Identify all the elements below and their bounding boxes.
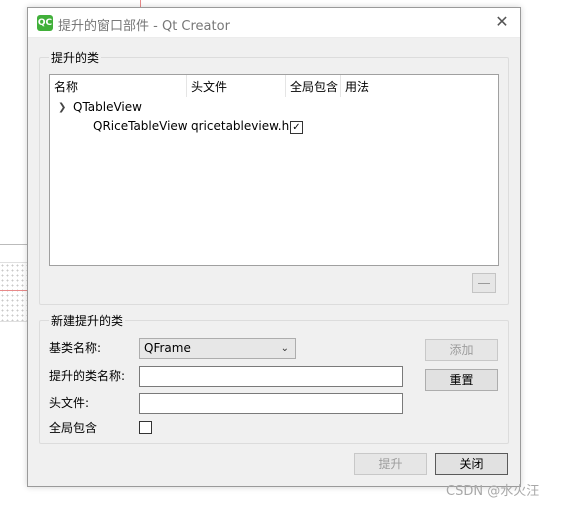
close-icon[interactable]: ✕ — [490, 11, 514, 33]
minus-icon — [478, 283, 490, 284]
remove-class-button[interactable] — [472, 273, 496, 293]
reset-button[interactable]: 重置 — [425, 369, 498, 391]
background-divider — [0, 244, 28, 245]
promoted-widgets-dialog: QC 提升的窗口部件 - Qt Creator ✕ 提升的类 名称 头文件 全局… — [27, 7, 521, 487]
promoted-class-header: qricetableview.h — [191, 119, 290, 133]
column-header-usage[interactable]: 用法 — [341, 75, 498, 97]
base-class-combo[interactable]: QFrame ⌄ — [139, 338, 296, 359]
tree-item-promoted-class[interactable]: QRiceTableView qricetableview.h ✓ — [50, 117, 498, 136]
promoted-classes-tree[interactable]: 名称 头文件 全局包含 用法 ❯ QTableView QRiceTableVi… — [49, 74, 499, 266]
qt-creator-icon: QC — [37, 15, 53, 31]
watermark: CSDN @水火汪 — [446, 484, 540, 499]
background-form-grid — [0, 262, 28, 322]
header-file-input[interactable] — [139, 393, 403, 414]
tree-item-base-class[interactable]: ❯ QTableView — [50, 98, 498, 117]
class-name-label: 提升的类名称: — [49, 369, 126, 383]
window-title: 提升的窗口部件 - Qt Creator — [58, 19, 230, 34]
tree-header: 名称 头文件 全局包含 用法 — [50, 75, 498, 97]
tree-item-label: QTableView — [73, 100, 142, 114]
background-guide-line — [0, 290, 28, 291]
header-file-label: 头文件: — [49, 396, 90, 410]
add-button[interactable]: 添加 — [425, 339, 498, 361]
new-promoted-class-group-title: 新建提升的类 — [49, 312, 126, 329]
promoted-class-name: QRiceTableView — [93, 119, 188, 133]
title-bar: QC 提升的窗口部件 - Qt Creator ✕ — [28, 8, 520, 38]
global-include-label: 全局包含 — [49, 421, 98, 435]
new-global-include-checkbox[interactable] — [139, 421, 152, 434]
global-include-checkbox[interactable]: ✓ — [290, 121, 303, 134]
close-button[interactable]: 关闭 — [435, 453, 508, 475]
base-class-value: QFrame — [144, 341, 191, 355]
column-header-name[interactable]: 名称 — [50, 75, 187, 97]
base-class-label: 基类名称: — [49, 341, 102, 355]
chevron-down-icon[interactable]: ❯ — [58, 98, 66, 117]
column-header-header-file[interactable]: 头文件 — [187, 75, 286, 97]
chevron-down-icon: ⌄ — [280, 343, 289, 354]
promote-button[interactable]: 提升 — [354, 453, 427, 475]
class-name-input[interactable] — [139, 366, 403, 387]
column-header-global-include[interactable]: 全局包含 — [286, 75, 341, 97]
promoted-classes-group-title: 提升的类 — [49, 49, 102, 66]
